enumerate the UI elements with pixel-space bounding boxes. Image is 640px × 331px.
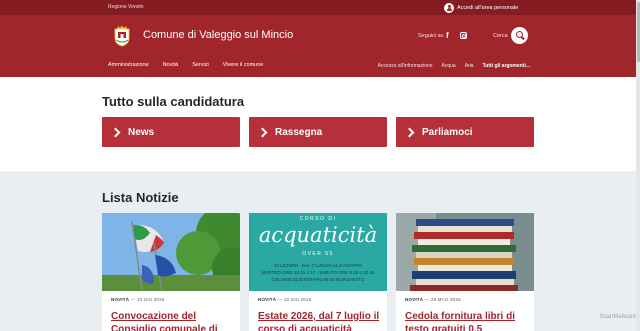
facebook-icon[interactable]: f	[446, 31, 449, 40]
poster-line-2: MARTEDÌ ORE 16.15 o 17 · SABATO ORE 9.30…	[261, 270, 375, 275]
poster-sub: OVER 55	[302, 251, 334, 257]
card-category[interactable]: NOVITÀ	[258, 297, 276, 302]
watermark: ScanMalware	[599, 314, 636, 320]
main-nav: Amministrazione Novità Servizi Vivere il…	[108, 62, 277, 68]
card-category[interactable]: NOVITÀ	[405, 297, 423, 302]
card-meta: NOVITÀ — 10 GIU 2026	[258, 297, 312, 302]
top-bar: Regione Veneto Accedi all'area personale	[0, 0, 640, 15]
nav-item-vivere[interactable]: Vivere il comune	[223, 62, 264, 68]
instagram-icon[interactable]	[460, 32, 467, 39]
poster-title: acquaticità	[258, 223, 378, 247]
card-image-poster[interactable]: CORSO DI acquaticità OVER 55 10 LEZIONI …	[249, 213, 387, 291]
card-title[interactable]: Estate 2026, dal 7 luglio il corso di ac…	[258, 310, 382, 331]
secondary-nav: Accesso all'informazione Acqua Aria Tutt…	[369, 63, 530, 69]
nav-item-novita[interactable]: Novità	[163, 62, 179, 68]
rassegna-button-label: Rassegna	[275, 126, 323, 138]
user-icon	[444, 2, 454, 13]
card-title[interactable]: Convocazione del Consiglio comunale di	[111, 310, 235, 331]
region-link[interactable]: Regione Veneto	[108, 4, 144, 10]
card-category[interactable]: NOVITÀ	[111, 297, 129, 302]
site-title[interactable]: Comune di Valeggio sul Mincio	[143, 29, 293, 41]
news-card[interactable]: NOVITÀ — 10 GIU 2026 Convocazione del Co…	[102, 213, 240, 331]
nav-item-acqua[interactable]: Acqua	[442, 63, 456, 69]
poster-top: CORSO DI	[299, 216, 337, 222]
card-image-books[interactable]	[396, 213, 534, 291]
candidatura-title: Tutto sulla candidatura	[102, 94, 245, 109]
card-title[interactable]: Cedola fornitura libri di testo gratuiti…	[405, 310, 529, 331]
chevron-right-icon	[257, 127, 268, 137]
card-meta: NOVITÀ — 29 MAG 2026	[405, 297, 461, 302]
chevron-right-icon	[110, 127, 121, 137]
card-image-flags[interactable]	[102, 213, 240, 291]
nav-item-servizi[interactable]: Servizi	[192, 62, 209, 68]
news-button-label: News	[128, 126, 155, 138]
crest-icon[interactable]	[113, 25, 131, 47]
news-card[interactable]: CORSO DI acquaticità OVER 55 10 LEZIONI …	[249, 213, 387, 331]
login-label: Accedi all'area personale	[457, 4, 519, 11]
news-button[interactable]: News	[102, 117, 240, 147]
poster-line-1: 10 LEZIONI · DAL 7 LUGLIO AL 8 AGOSTO	[273, 263, 363, 268]
card-date: 10 GIU 2026	[136, 297, 165, 302]
search-label: Cerca	[493, 33, 508, 39]
login-button[interactable]: Accedi all'area personale	[444, 2, 518, 13]
parliamoci-button[interactable]: Parliamoci	[396, 117, 534, 147]
chevron-right-icon	[404, 127, 415, 137]
social-label: Seguici su	[418, 33, 444, 39]
card-date: 10 GIU 2026	[283, 297, 312, 302]
site-header: Comune di Valeggio sul Mincio Seguici su…	[0, 15, 640, 77]
parliamoci-button-label: Parliamoci	[422, 126, 473, 138]
card-meta: NOVITÀ — 10 GIU 2026	[111, 297, 165, 302]
poster-line-3: COLONIE ELIOTERAPICHE DI BORGHETTO	[271, 277, 365, 282]
news-list-title: Lista Notizie	[102, 190, 179, 205]
scrollbar[interactable]	[636, 0, 640, 331]
card-date: 29 MAG 2026	[430, 297, 461, 302]
nav-item-accesso[interactable]: Accesso all'informazione	[378, 63, 433, 69]
news-card[interactable]: NOVITÀ — 29 MAG 2026 Cedola fornitura li…	[396, 213, 534, 331]
nav-item-aria[interactable]: Aria	[465, 63, 474, 69]
search-button[interactable]	[511, 27, 528, 44]
nav-item-all-topics[interactable]: Tutti gli argomenti...	[483, 63, 530, 69]
rassegna-button[interactable]: Rassegna	[249, 117, 387, 147]
nav-item-amministrazione[interactable]: Amministrazione	[108, 62, 149, 68]
